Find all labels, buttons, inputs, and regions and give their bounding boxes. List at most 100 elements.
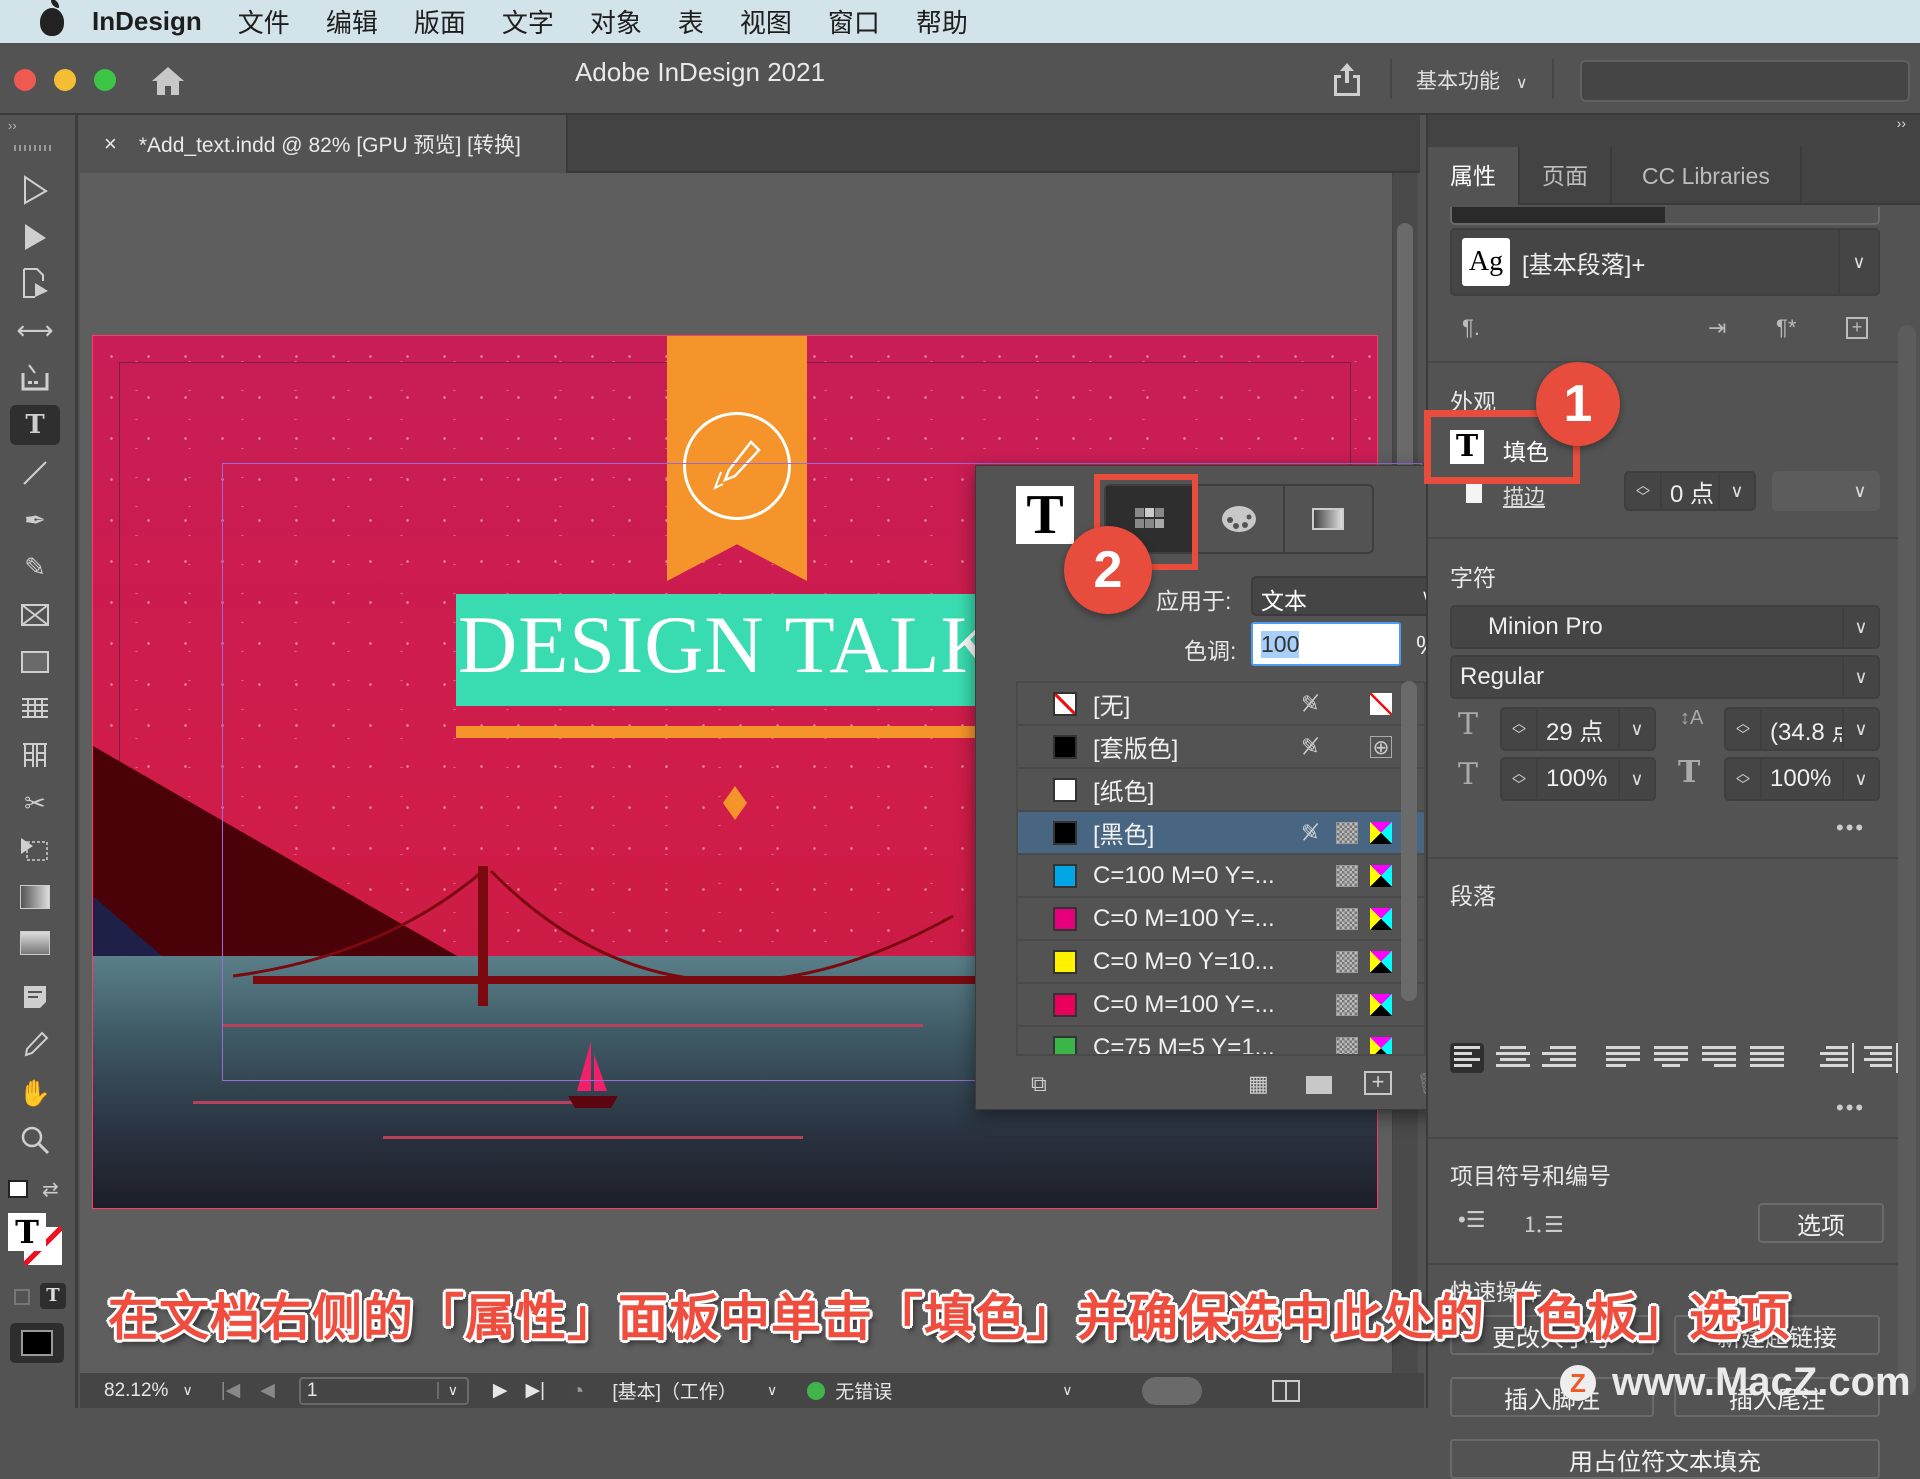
numbered-list-icon[interactable]: ⒈☰: [1522, 1207, 1564, 1239]
menu-object[interactable]: 对象: [590, 3, 642, 40]
swatch-row[interactable]: [纸色]: [1018, 769, 1424, 812]
page-number-field[interactable]: 1 ∨: [298, 1376, 469, 1405]
load-styles-icon[interactable]: ⇥: [1708, 315, 1726, 341]
chevron-down-icon[interactable]: ∨: [767, 1382, 777, 1399]
menu-type[interactable]: 文字: [502, 3, 554, 40]
type-tool-icon[interactable]: T: [10, 405, 60, 445]
color-mode-button[interactable]: [1195, 486, 1285, 552]
line-tool-icon[interactable]: [10, 453, 60, 493]
swatch-list-scrollbar[interactable]: [1401, 681, 1417, 1001]
swatch-views-icon[interactable]: ▦: [1248, 1071, 1276, 1096]
menu-file[interactable]: 文件: [238, 3, 290, 40]
apply-to-select[interactable]: 文本∨: [1251, 576, 1445, 616]
font-size-field[interactable]: ︿ ﹀ 29 点 ∨: [1500, 707, 1656, 751]
panel-scrollbar[interactable]: [1898, 325, 1916, 1395]
chevron-down-icon[interactable]: ∨: [1618, 709, 1654, 749]
stroke-label[interactable]: 描边: [1503, 481, 1545, 511]
previous-page-icon[interactable]: ◀: [260, 1379, 275, 1402]
tint-input[interactable]: 100›: [1251, 622, 1681, 666]
table-tool-icon[interactable]: [10, 688, 60, 728]
chevron-down-icon[interactable]: ∨: [1618, 759, 1654, 799]
paragraph-style-toggle[interactable]: [1452, 207, 1665, 223]
new-color-group-icon[interactable]: [1306, 1076, 1332, 1094]
close-tab-icon[interactable]: ×: [104, 131, 117, 157]
chevron-down-icon[interactable]: ∨: [1842, 759, 1878, 799]
preflight-status[interactable]: 无错误: [835, 1377, 892, 1404]
fill-text-icon[interactable]: T: [1016, 486, 1074, 544]
menu-edit[interactable]: 编辑: [326, 3, 378, 40]
stroke-weight-field[interactable]: ︿ ﹀ 0 点 ∨: [1624, 471, 1756, 511]
pencil-tool-icon[interactable]: ✎: [10, 547, 60, 587]
rectangle-frame-tool-icon[interactable]: [10, 595, 60, 635]
gradient-feather-tool-icon[interactable]: [10, 923, 60, 963]
clear-overrides-icon[interactable]: ¶*: [1776, 315, 1796, 341]
show-swatch-kinds-icon[interactable]: ⧉: [1031, 1071, 1059, 1096]
more-paragraph-options-icon[interactable]: •••: [1836, 1095, 1865, 1121]
paragraph-options-icon[interactable]: ¶.: [1462, 315, 1480, 341]
default-fill-stroke-icon[interactable]: [8, 1180, 28, 1198]
menu-layout[interactable]: 版面: [414, 3, 466, 40]
zoom-tool-icon[interactable]: [10, 1120, 60, 1160]
menu-table[interactable]: 表: [678, 3, 704, 40]
search-input[interactable]: [1580, 60, 1910, 102]
collapse-panel-icon[interactable]: ››: [1428, 115, 1920, 147]
swatch-row[interactable]: [无] ✎̸: [1018, 683, 1424, 726]
swatch-row[interactable]: C=100 M=0 Y=...: [1018, 855, 1424, 898]
first-page-icon[interactable]: |◀: [221, 1379, 241, 1402]
justify-left-icon[interactable]: [1606, 1043, 1640, 1073]
swatch-row-selected[interactable]: [黑色] ✎̸: [1018, 812, 1424, 855]
status-toggle[interactable]: [1142, 1376, 1203, 1405]
selection-tool-icon[interactable]: [10, 170, 60, 210]
tab-cc-libraries[interactable]: CC Libraries: [1612, 147, 1802, 205]
menu-help[interactable]: 帮助: [916, 3, 968, 40]
rectangle-tool-icon[interactable]: [10, 642, 60, 682]
menu-view[interactable]: 视图: [740, 3, 792, 40]
eyedropper-tool-icon[interactable]: [10, 1025, 60, 1065]
align-center-icon[interactable]: [1496, 1043, 1530, 1073]
new-swatch-icon[interactable]: +: [1364, 1071, 1392, 1095]
content-collector-tool-icon[interactable]: [10, 357, 60, 397]
zoom-level[interactable]: 82.12%: [104, 1380, 168, 1402]
fill-placeholder-text-button[interactable]: 用占位符文本填充: [1450, 1439, 1880, 1479]
stepper-icon[interactable]: ︿ ﹀: [1502, 759, 1538, 799]
swatch-row[interactable]: C=75 M=5 Y=1...: [1018, 1027, 1424, 1054]
app-menu[interactable]: InDesign: [92, 6, 202, 37]
align-left-icon[interactable]: [1450, 1043, 1484, 1073]
chevron-down-icon[interactable]: ∨: [1718, 473, 1754, 509]
free-transform-tool-icon[interactable]: [10, 830, 60, 870]
formatting-container-icon[interactable]: [14, 1289, 30, 1305]
align-away-from-spine-icon[interactable]: [1864, 1043, 1898, 1073]
headline-text[interactable]: DESIGN TALK: [458, 598, 1001, 692]
chevron-down-icon[interactable]: ∨: [436, 1382, 467, 1399]
screen-mode-icon[interactable]: [10, 1323, 64, 1363]
pen-tool-icon[interactable]: ✒: [10, 500, 60, 540]
page-tool-icon[interactable]: [10, 263, 60, 303]
workspace-switcher[interactable]: 基本功能 ∨: [1416, 65, 1528, 95]
scissors-tool-icon[interactable]: ✂: [10, 783, 60, 823]
gradient-mode-button[interactable]: [1285, 486, 1372, 552]
align-right-icon[interactable]: [1542, 1043, 1576, 1073]
stroke-swatch-icon[interactable]: [1466, 483, 1482, 503]
formatting-text-icon[interactable]: T: [40, 1283, 66, 1309]
swatch-row[interactable]: C=0 M=100 Y=...: [1018, 984, 1424, 1027]
vertical-scale-field[interactable]: ︿ ﹀ 100% ∨: [1500, 757, 1656, 801]
bullets-options-button[interactable]: 选项: [1758, 1203, 1884, 1243]
menu-window[interactable]: 窗口: [828, 3, 880, 40]
stepper-icon[interactable]: ︿ ﹀: [1726, 709, 1762, 749]
hand-tool-icon[interactable]: ✋: [10, 1073, 60, 1113]
gradient-swatch-tool-icon[interactable]: [10, 877, 60, 917]
swatch-row[interactable]: C=0 M=100 Y=...: [1018, 898, 1424, 941]
justify-center-icon[interactable]: [1654, 1043, 1688, 1073]
horizontal-scale-field[interactable]: ︿ ﹀ 100% ∨: [1724, 757, 1880, 801]
justify-right-icon[interactable]: [1702, 1043, 1736, 1073]
preflight-profile[interactable]: [基本]（工作）: [612, 1377, 737, 1404]
stepper-icon[interactable]: ︿ ﹀: [1626, 473, 1662, 509]
chevron-down-icon[interactable]: ∨: [1842, 709, 1878, 749]
share-icon[interactable]: [1330, 61, 1364, 97]
column-table-icon[interactable]: [10, 735, 60, 775]
align-towards-spine-icon[interactable]: [1820, 1043, 1854, 1073]
style-toggle[interactable]: [1450, 207, 1880, 225]
gap-tool-icon[interactable]: ⟷: [10, 310, 60, 350]
more-character-options-icon[interactable]: •••: [1836, 815, 1865, 841]
next-page-icon[interactable]: ▶: [493, 1379, 508, 1402]
